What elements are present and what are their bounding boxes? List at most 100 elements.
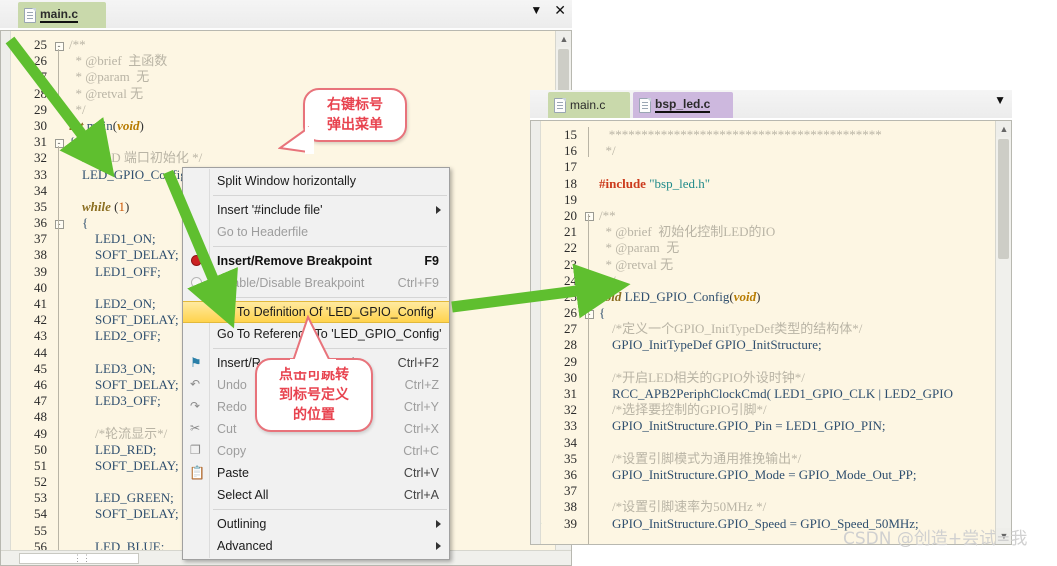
- code-area-bsp-led[interactable]: 15 16 17 18 19 20 21 22 23 24 25 26 27 28 29 30 31 32 33 34…: [541, 121, 1011, 544]
- scrollbar-thumb[interactable]: [998, 139, 1009, 259]
- screenshot-root: main.c ▼ ✕ 25 26 27 28 29 30 31 32 33 34 35 36 37 38 3…: [0, 0, 1057, 566]
- context-menu-item-label: Select All: [217, 488, 269, 502]
- context-menu-item[interactable]: Insert '#include file': [183, 199, 449, 221]
- fold-toggle-icon[interactable]: -: [51, 37, 67, 53]
- line-number: 25: [34, 37, 47, 52]
- line-number: 55: [34, 522, 47, 538]
- context-menu-item-label: Outlining: [217, 517, 267, 531]
- line-number: 33: [564, 418, 577, 434]
- editor-left-band: [531, 121, 541, 544]
- code-editor-bsp-led[interactable]: 15 16 17 18 19 20 21 22 23 24 25 26 27 28 29 30 31 32 33 34…: [530, 120, 1012, 545]
- line-number: 36: [564, 466, 577, 482]
- line-number: 31: [34, 134, 47, 150]
- context-menu-item[interactable]: Insert/Remove Breakpoint F9: [183, 250, 449, 272]
- fold-toggle-icon[interactable]: -: [51, 215, 67, 231]
- context-menu-item-accelerator: Ctrl+Z: [404, 378, 439, 392]
- tab-main-c-second[interactable]: main.c: [548, 92, 630, 118]
- context-menu-item-accelerator: Ctrl+Y: [403, 400, 439, 414]
- line-number: 26: [34, 53, 47, 69]
- chevron-down-icon[interactable]: ▼: [994, 94, 1006, 106]
- line-number: 48: [34, 409, 47, 425]
- line-number: 26: [564, 305, 577, 321]
- close-icon[interactable]: ✕: [554, 3, 566, 17]
- hscrollbar-grip-icon: ⋮⋮: [73, 553, 91, 563]
- context-menu-item[interactable]: Go To Definition Of 'LED_GPIO_Config': [183, 301, 449, 323]
- context-menu-item-label: Advanced: [217, 539, 273, 553]
- scroll-up-arrow-icon[interactable]: ▲: [556, 31, 571, 47]
- submenu-arrow-icon: [436, 520, 441, 528]
- callout-bubble-right-click: 右键标号 弹出菜单: [303, 88, 407, 142]
- line-number: 23: [564, 256, 577, 272]
- line-number: 31: [564, 386, 577, 401]
- line-number: 53: [34, 490, 47, 506]
- fold-rail: [588, 214, 589, 276]
- bookmark-flag-icon: ⚑: [190, 355, 202, 370]
- line-number: 43: [34, 328, 47, 344]
- fold-toggle-icon[interactable]: -: [581, 305, 597, 321]
- fold-rail: [58, 146, 59, 565]
- context-menu-item[interactable]: Outlining: [183, 513, 449, 535]
- tabstrip-controls: ▼ ✕: [530, 3, 566, 17]
- tab-label: main.c: [570, 98, 606, 112]
- breakpoint-red-icon: [188, 253, 205, 269]
- code-line: /*设置引脚模式为通用推挽输出*/: [599, 450, 802, 466]
- line-number: 47: [34, 393, 47, 409]
- context-menu-item[interactable]: Split Window horizontally: [183, 170, 449, 192]
- context-menu-separator: [213, 195, 447, 196]
- callout-line-3: 的位置: [293, 407, 335, 423]
- callout-line-1: 右键标号: [327, 97, 383, 113]
- context-menu-item-accelerator: Ctrl+C: [403, 444, 439, 458]
- context-menu-separator: [213, 509, 447, 510]
- line-number: 15: [564, 127, 577, 142]
- context-menu-item[interactable]: Go To Reference To 'LED_GPIO_Config': [183, 323, 449, 345]
- fold-column[interactable]: - - -: [51, 37, 67, 565]
- line-number: 16: [564, 143, 577, 159]
- code-line: * @param 无: [69, 69, 150, 85]
- context-menu-separator: [213, 348, 447, 349]
- line-number: 38: [564, 499, 577, 515]
- line-number: 18: [564, 175, 577, 191]
- tab-label: bsp_led.c: [655, 97, 711, 113]
- fold-toggle-icon[interactable]: -: [51, 134, 67, 150]
- tabstrip-main: main.c ▼ ✕: [0, 0, 572, 28]
- fold-toggle-icon[interactable]: -: [581, 208, 597, 224]
- vertical-scrollbar-second[interactable]: ▲ ▼: [995, 121, 1011, 544]
- context-menu-item[interactable]: Select All Ctrl+A: [183, 484, 449, 506]
- context-menu-item-accelerator: Ctrl+X: [403, 422, 439, 436]
- line-number: 27: [34, 69, 47, 85]
- context-menu-item[interactable]: 📋 Paste Ctrl+V: [183, 462, 449, 484]
- fold-column[interactable]: --: [581, 127, 597, 544]
- line-number: 25: [564, 288, 577, 304]
- copy-icon: ❐: [190, 443, 201, 457]
- code-line: ****************************************…: [599, 127, 882, 142]
- document-icon: [639, 97, 651, 113]
- line-number-column: 25 26 27 28 29 30 31 32 33 34 35 36 37 38 39 40 41 42 43 44…: [11, 37, 51, 565]
- clipboard-icon: 📋: [189, 465, 206, 480]
- tab-main-c[interactable]: main.c: [18, 2, 106, 28]
- tab-bsp-led-c[interactable]: bsp_led.c: [633, 92, 733, 118]
- context-menu-item-label: Insert/Remove Breakpoint: [217, 254, 372, 268]
- context-menu-item[interactable]: Advanced: [183, 535, 449, 557]
- line-number: 51: [34, 457, 47, 473]
- context-menu-item-label: Split Window horizontally: [217, 174, 356, 188]
- scroll-up-arrow-icon[interactable]: ▲: [996, 121, 1011, 137]
- chevron-down-icon[interactable]: ▼: [530, 4, 542, 16]
- line-number: 22: [564, 240, 577, 256]
- line-number: 49: [34, 425, 47, 441]
